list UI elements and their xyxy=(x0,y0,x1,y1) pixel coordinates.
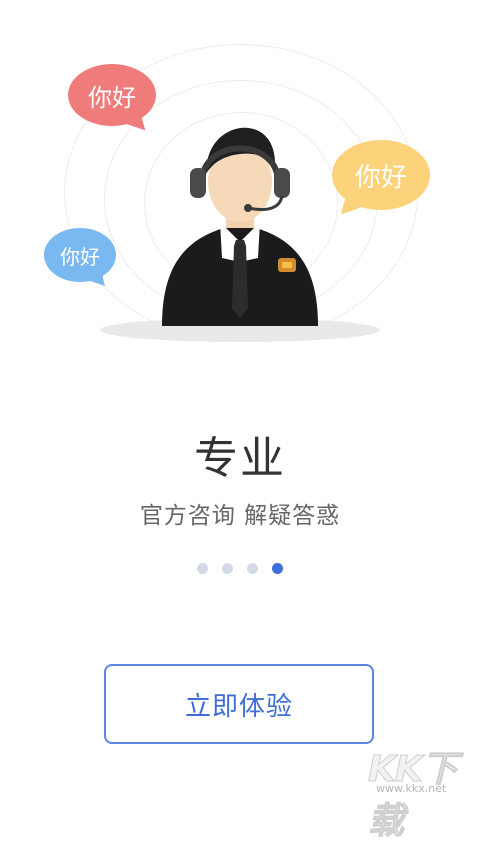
page-subtitle: 官方咨询 解疑答惑 xyxy=(139,503,341,529)
try-now-button[interactable]: 立即体验 xyxy=(104,664,374,744)
page-title: 专业 xyxy=(194,433,286,484)
page-dot-4[interactable] xyxy=(272,563,283,574)
site-watermark: KK下载 www.kkx.net xyxy=(368,740,478,843)
page-dot-1[interactable] xyxy=(197,563,208,574)
agent-headset-right xyxy=(274,168,290,198)
customer-service-agent-icon xyxy=(100,127,380,342)
page-dot-3[interactable] xyxy=(247,563,258,574)
page-indicator xyxy=(0,563,480,574)
watermark-url: www.kkx.net xyxy=(376,782,447,795)
page-dot-2[interactable] xyxy=(222,563,233,574)
speech-bubble-blue-text: 你好 xyxy=(60,244,100,269)
speech-bubble-red-text: 你好 xyxy=(88,83,136,112)
agent-tie xyxy=(232,240,248,318)
welcome-illustration: 你好 你好 你好 xyxy=(0,0,480,360)
agent-headset-left xyxy=(190,168,206,198)
